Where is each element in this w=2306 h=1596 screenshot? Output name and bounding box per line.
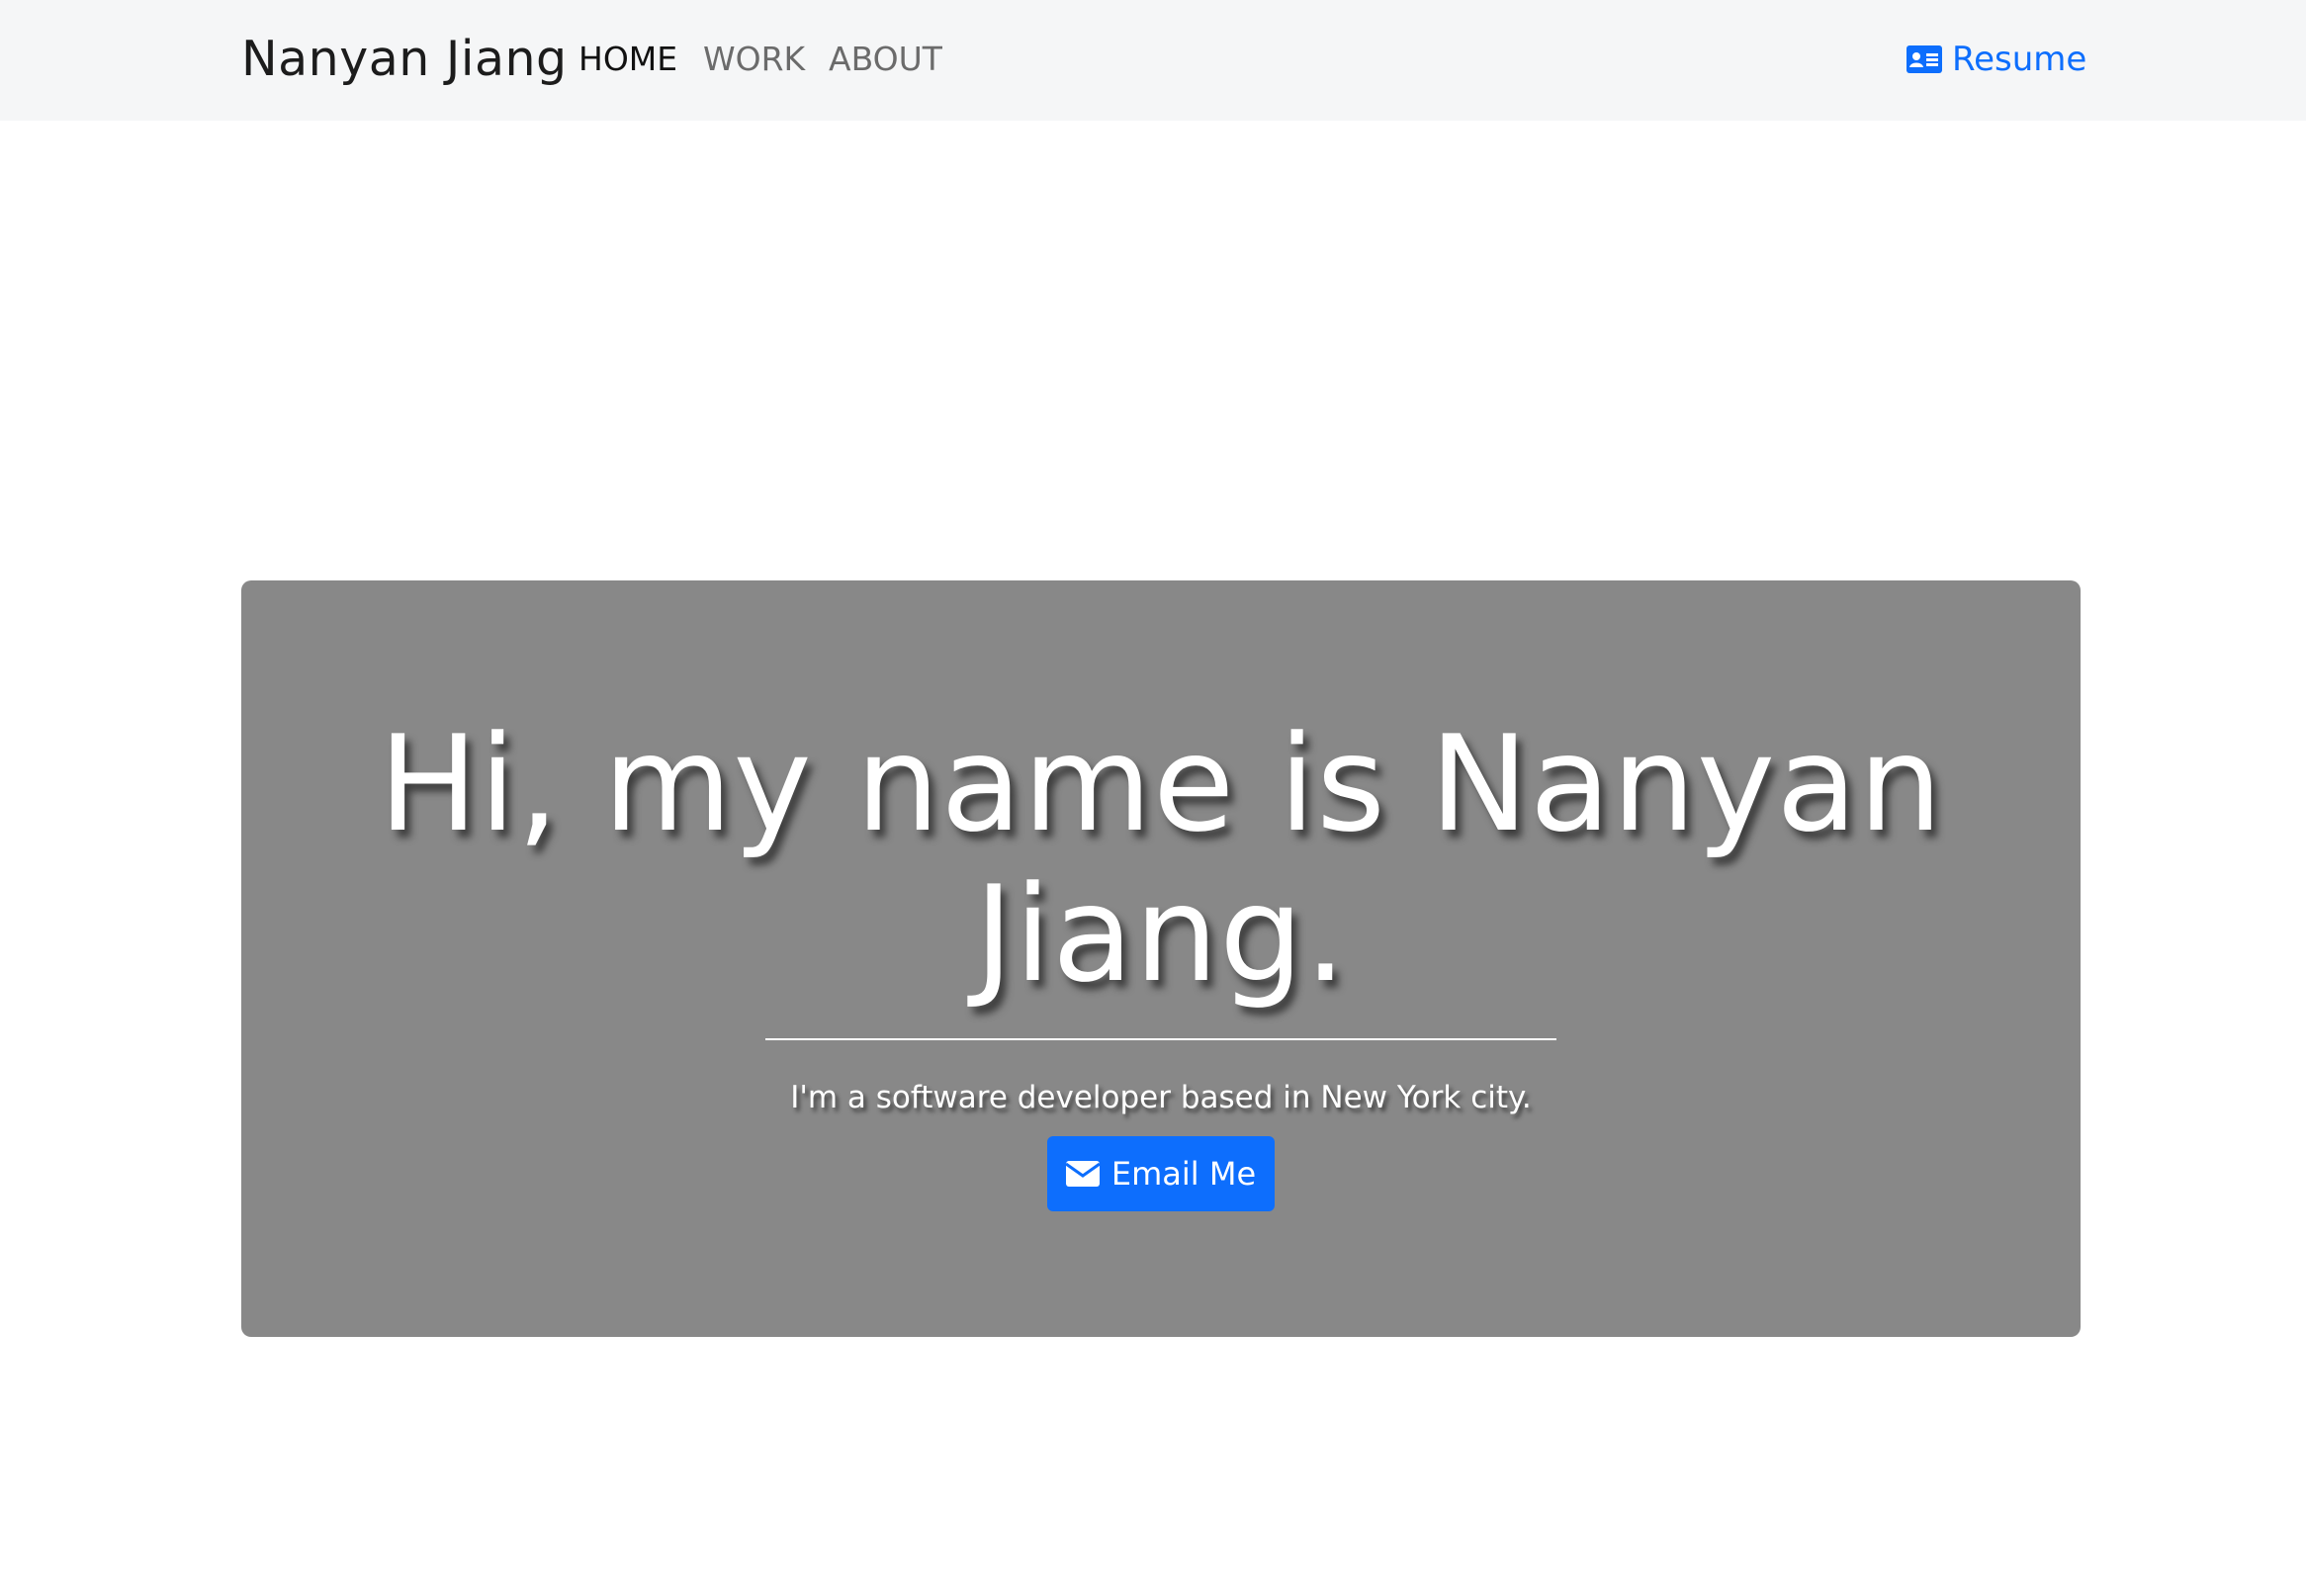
id-card-icon bbox=[1907, 45, 1942, 73]
brand-logo-text[interactable]: Nanyan Jiang bbox=[241, 28, 568, 91]
hero-subtitle: I'm a software developer based in New Yo… bbox=[790, 1080, 1532, 1115]
top-navbar: Nanyan Jiang HOME WORK ABOUT Resume bbox=[0, 0, 2306, 121]
nav-link-about[interactable]: ABOUT bbox=[829, 38, 942, 81]
hero-banner: Hi, my name is Nanyan Jiang. I'm a softw… bbox=[241, 580, 2081, 1337]
hero-title: Hi, my name is Nanyan Jiang. bbox=[378, 707, 1944, 1012]
nav-link-work[interactable]: WORK bbox=[703, 38, 805, 81]
hero-divider bbox=[765, 1038, 1556, 1040]
resume-label: Resume bbox=[1952, 40, 2087, 79]
email-me-button[interactable]: Email Me bbox=[1047, 1136, 1275, 1211]
nav-link-home[interactable]: HOME bbox=[578, 38, 677, 81]
envelope-icon bbox=[1065, 1161, 1100, 1187]
resume-link[interactable]: Resume bbox=[1907, 36, 2086, 83]
email-me-label: Email Me bbox=[1110, 1155, 1257, 1193]
